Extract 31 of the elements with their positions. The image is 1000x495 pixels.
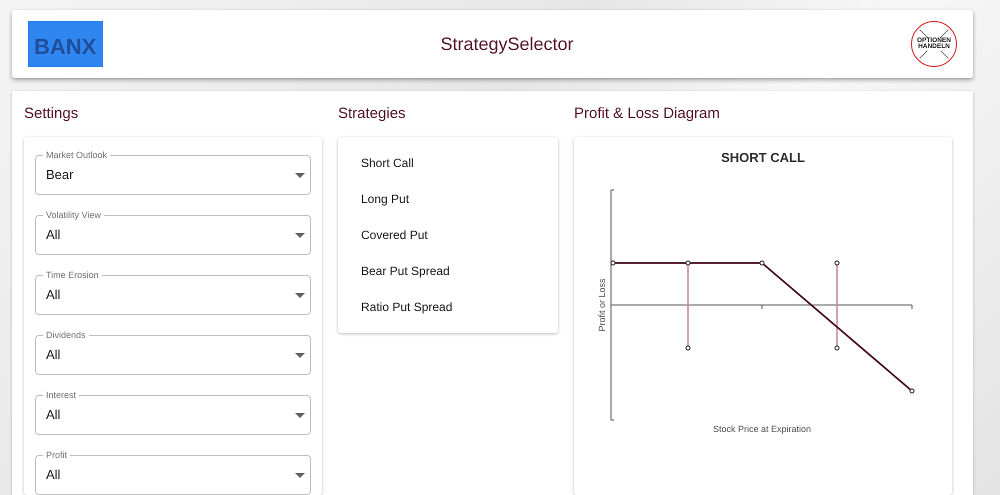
field-value: Bear bbox=[46, 166, 74, 184]
field-label: Market Outlook bbox=[43, 149, 110, 161]
chart-title: SHORT CALL bbox=[721, 150, 805, 165]
strategy-item[interactable]: Short Call bbox=[338, 145, 558, 181]
strategy-item[interactable]: Long Put bbox=[338, 181, 558, 217]
banx-logo: BANX bbox=[28, 21, 103, 67]
app-title: StrategySelector bbox=[440, 32, 574, 56]
field-value: All bbox=[46, 346, 60, 364]
dropdown-caret-icon bbox=[295, 233, 305, 238]
dropdown-caret-icon bbox=[295, 413, 305, 418]
field-label: Dividends bbox=[43, 329, 89, 341]
field-value: All bbox=[46, 406, 60, 424]
dropdown-caret-icon bbox=[295, 473, 305, 478]
axis-label: Stock Price at Expiration bbox=[712, 424, 812, 434]
strategy-item[interactable]: Ratio Put Spread bbox=[338, 289, 558, 325]
strategy-item[interactable]: Covered Put bbox=[338, 217, 558, 253]
section-heading: Profit & Loss Diagram bbox=[574, 104, 721, 124]
dropdown-caret-icon bbox=[295, 173, 305, 178]
field-value: All bbox=[46, 466, 60, 484]
field-label: Profit bbox=[43, 449, 70, 461]
section-heading: Settings bbox=[24, 104, 80, 124]
section-heading: Strategies bbox=[338, 104, 407, 124]
field-label: Time Erosion bbox=[43, 269, 102, 281]
axis-label: Profit or Loss bbox=[597, 278, 607, 332]
dropdown-caret-icon bbox=[295, 353, 305, 358]
dropdown-caret-icon bbox=[295, 293, 305, 298]
field-value: All bbox=[46, 286, 60, 304]
field-label: Volatility View bbox=[43, 209, 104, 221]
strategy-item[interactable]: Bear Put Spread bbox=[338, 253, 558, 289]
field-value: All bbox=[46, 226, 60, 244]
field-label: Interest bbox=[43, 389, 80, 401]
